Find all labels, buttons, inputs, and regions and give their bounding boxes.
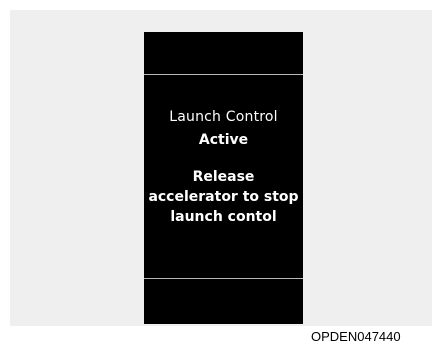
release-accelerator-instruction: Release accelerator to stop launch conto… xyxy=(148,169,299,225)
display-divider-bottom xyxy=(144,278,303,279)
launch-control-title: Launch Control xyxy=(169,109,278,125)
launch-control-status: Active xyxy=(198,132,249,148)
cluster-display: Launch Control Active Release accelerato… xyxy=(144,32,303,324)
figure-code: OPDEN047440 xyxy=(311,329,401,344)
display-divider-top xyxy=(144,74,303,75)
